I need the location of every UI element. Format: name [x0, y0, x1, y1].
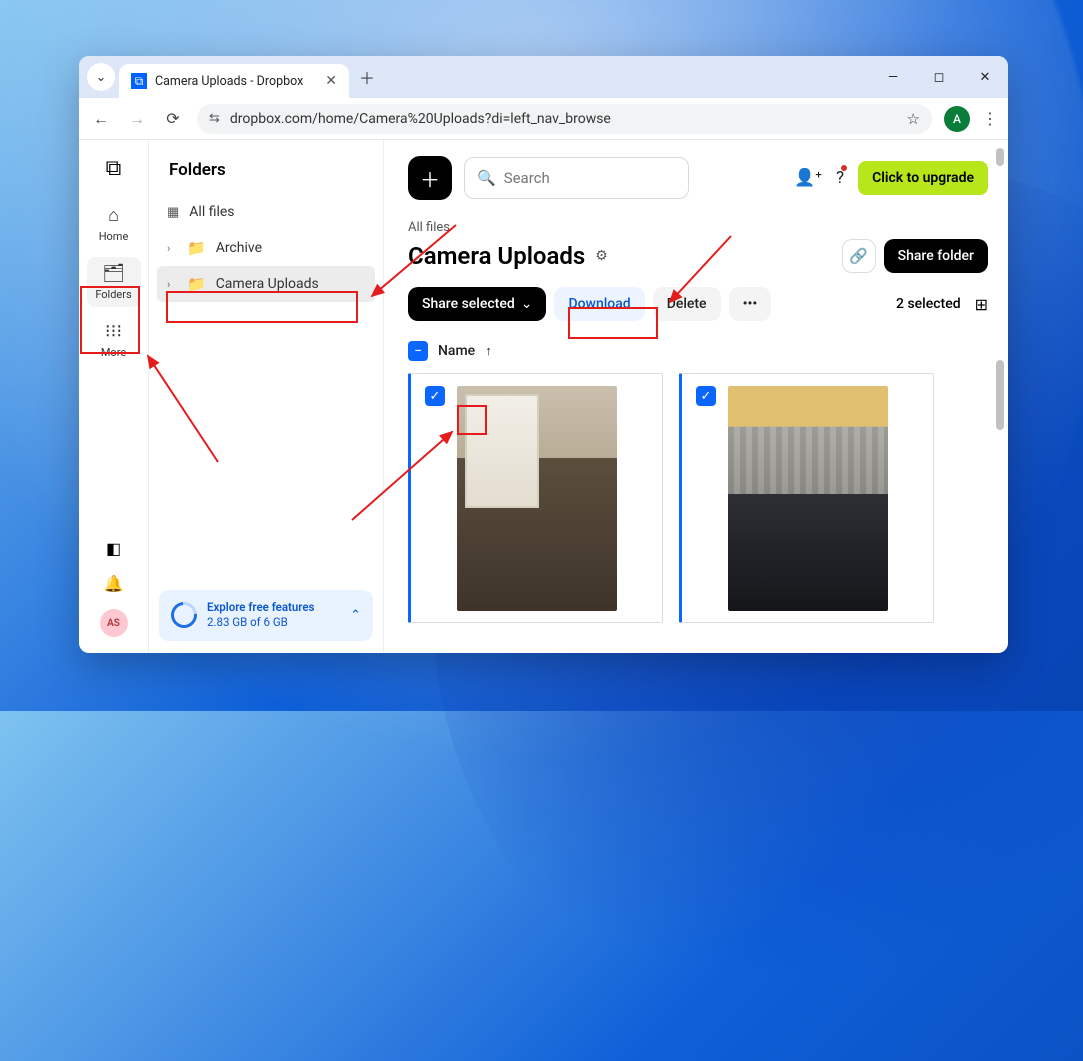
- main-content: ＋ 🔍 Search 👤⁺ ? Click to upgrade All fil…: [384, 140, 1008, 653]
- dropbox-app: ⧉ ⌂ Home 🗂 Folders ⁝⁝⁝ More ◧ 🔔 AS Folde…: [79, 140, 1008, 653]
- browser-menu-icon[interactable]: ⋮: [982, 109, 998, 128]
- site-settings-icon[interactable]: ⇆: [209, 111, 220, 126]
- bookmark-star-icon[interactable]: ☆: [907, 110, 920, 128]
- download-button[interactable]: Download: [554, 287, 644, 321]
- apps-grid-icon: ⁝⁝⁝: [105, 321, 122, 342]
- folders-heading: Folders: [149, 140, 383, 194]
- url-text: dropbox.com/home/Camera%20Uploads?di=lef…: [230, 111, 611, 127]
- file-grid: ✓ ✓: [408, 373, 988, 623]
- minimize-button[interactable]: —: [870, 56, 916, 98]
- help-icon[interactable]: ?: [836, 168, 844, 188]
- share-folder-button[interactable]: Share folder: [884, 239, 988, 273]
- folder-icon: 📁: [187, 239, 206, 257]
- chevron-up-icon: ⌃: [350, 608, 361, 623]
- file-checkbox[interactable]: ✓: [696, 386, 716, 406]
- scrollbar-thumb[interactable]: [996, 148, 1004, 166]
- tree-label: All files: [189, 204, 234, 220]
- search-placeholder: Search: [504, 169, 550, 187]
- storage-line1: Explore free features: [207, 600, 314, 616]
- scrollbar-track[interactable]: [994, 140, 1006, 653]
- home-icon: ⌂: [108, 205, 119, 226]
- upgrade-button[interactable]: Click to upgrade: [858, 161, 988, 195]
- address-bar[interactable]: ⇆ dropbox.com/home/Camera%20Uploads?di=l…: [197, 104, 932, 134]
- back-button[interactable]: ←: [89, 107, 113, 131]
- column-name[interactable]: Name: [438, 343, 475, 359]
- rail-label: Home: [99, 230, 129, 243]
- forward-button[interactable]: →: [125, 107, 149, 131]
- dropbox-favicon: ⧉: [131, 73, 147, 89]
- page-title: Camera Uploads: [408, 242, 585, 270]
- sort-asc-icon[interactable]: ↑: [485, 343, 492, 359]
- browser-profile-avatar[interactable]: A: [944, 106, 970, 132]
- file-checkbox[interactable]: ✓: [425, 386, 445, 406]
- browser-tab[interactable]: ⧉ Camera Uploads - Dropbox ✕: [119, 64, 349, 98]
- theme-icon[interactable]: ◧: [106, 539, 121, 558]
- browser-toolbar: ← → ⟳ ⇆ dropbox.com/home/Camera%20Upload…: [79, 98, 1008, 140]
- rail-item-more[interactable]: ⁝⁝⁝ More: [87, 315, 141, 365]
- tree-all-files[interactable]: ▦ All files: [157, 194, 375, 230]
- view-toggle-icon[interactable]: ⊞: [975, 295, 988, 314]
- file-thumbnail: [728, 386, 888, 611]
- rail-item-home[interactable]: ⌂ Home: [87, 199, 141, 249]
- folder-icon: 🗂: [102, 263, 125, 284]
- select-all-checkbox[interactable]: −: [408, 341, 428, 361]
- scrollbar-thumb[interactable]: [996, 360, 1004, 430]
- folder-icon: 📁: [187, 275, 206, 293]
- folder-settings-icon[interactable]: ⚙: [595, 248, 608, 264]
- notifications-icon[interactable]: 🔔: [104, 574, 124, 593]
- tab-title: Camera Uploads - Dropbox: [155, 74, 303, 89]
- file-card[interactable]: ✓: [408, 373, 663, 623]
- invite-icon[interactable]: 👤⁺: [794, 168, 822, 188]
- list-header: − Name ↑: [408, 341, 988, 361]
- reload-button[interactable]: ⟳: [161, 107, 185, 131]
- account-avatar[interactable]: AS: [100, 609, 128, 637]
- storage-line2: 2.83 GB of 6 GB: [207, 615, 314, 631]
- share-selected-button[interactable]: Share selected ⌄: [408, 287, 546, 321]
- close-window-button[interactable]: ✕: [962, 56, 1008, 98]
- browser-tabstrip: ⌄ ⧉ Camera Uploads - Dropbox ✕ ＋ — ◻ ✕: [79, 56, 1008, 98]
- nav-rail: ⧉ ⌂ Home 🗂 Folders ⁝⁝⁝ More ◧ 🔔 AS: [79, 140, 149, 653]
- rail-item-folders[interactable]: 🗂 Folders: [87, 257, 141, 307]
- tree-item-archive[interactable]: › 📁 Archive: [157, 230, 375, 266]
- top-bar: ＋ 🔍 Search 👤⁺ ? Click to upgrade: [408, 156, 988, 200]
- chevron-right-icon: ›: [167, 242, 177, 255]
- new-tab-button[interactable]: ＋: [353, 63, 381, 91]
- action-row: Share selected ⌄ Download Delete ••• 2 s…: [408, 287, 988, 321]
- tree-item-camera-uploads[interactable]: › 📁 Camera Uploads: [157, 266, 375, 302]
- search-input[interactable]: 🔍 Search: [464, 157, 689, 199]
- browser-window: ⌄ ⧉ Camera Uploads - Dropbox ✕ ＋ — ◻ ✕ ←…: [79, 56, 1008, 653]
- more-actions-button[interactable]: •••: [729, 287, 772, 321]
- file-thumbnail: [457, 386, 617, 611]
- all-files-icon: ▦: [167, 205, 179, 220]
- share-selected-label: Share selected: [422, 296, 515, 312]
- storage-card[interactable]: Explore free features 2.83 GB of 6 GB ⌃: [159, 590, 373, 641]
- title-row: Camera Uploads ⚙ 🔗 Share folder: [408, 239, 988, 273]
- storage-ring-icon: [166, 597, 203, 634]
- chevron-down-icon: ⌄: [521, 296, 533, 312]
- breadcrumb[interactable]: All files: [408, 220, 988, 235]
- rail-label: More: [101, 346, 126, 359]
- tab-search-button[interactable]: ⌄: [87, 63, 115, 91]
- copy-link-button[interactable]: 🔗: [842, 239, 876, 273]
- search-icon: 🔍: [477, 169, 496, 187]
- chevron-right-icon: ›: [167, 278, 177, 291]
- selected-count: 2 selected: [896, 296, 961, 312]
- file-card[interactable]: ✓: [679, 373, 934, 623]
- tree-label: Archive: [216, 240, 262, 256]
- maximize-button[interactable]: ◻: [916, 56, 962, 98]
- rail-label: Folders: [95, 288, 131, 301]
- delete-button[interactable]: Delete: [653, 287, 721, 321]
- create-button[interactable]: ＋: [408, 156, 452, 200]
- folders-panel: Folders ▦ All files › 📁 Archive › 📁 Came…: [149, 140, 384, 653]
- close-tab-icon[interactable]: ✕: [325, 73, 337, 89]
- tree-label: Camera Uploads: [216, 276, 319, 292]
- dropbox-logo-icon[interactable]: ⧉: [106, 156, 122, 181]
